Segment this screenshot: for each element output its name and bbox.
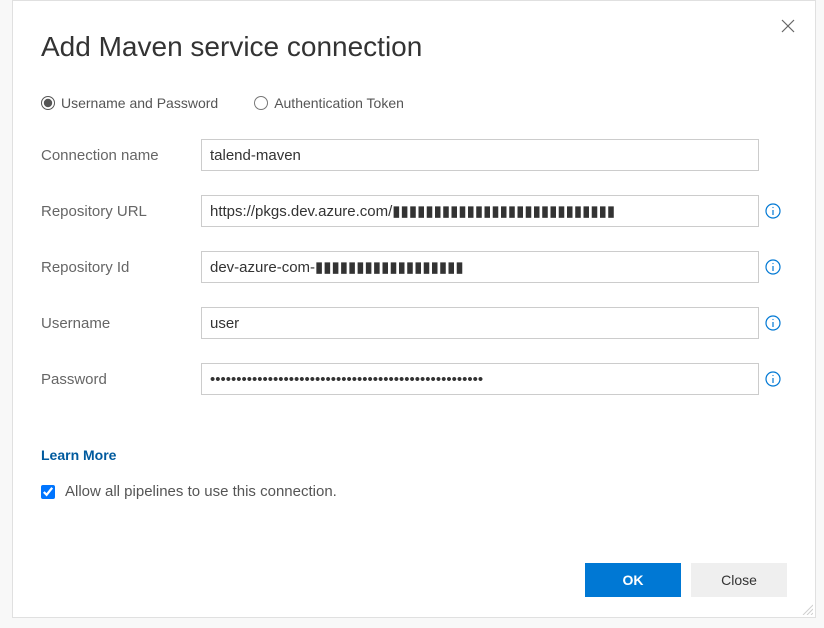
input-username[interactable] [201, 307, 759, 339]
label-repository-id: Repository Id [41, 259, 201, 276]
radio-username-password-label: Username and Password [61, 95, 218, 111]
input-repository-id[interactable] [201, 251, 759, 283]
input-connection-name[interactable] [201, 139, 759, 171]
info-icon[interactable] [759, 259, 787, 275]
add-connection-dialog: Add Maven service connection Username an… [12, 0, 816, 618]
info-icon[interactable] [759, 203, 787, 219]
dialog-button-row: OK Close [41, 563, 787, 597]
label-username: Username [41, 315, 201, 332]
label-repository-url: Repository URL [41, 203, 201, 220]
ok-button[interactable]: OK [585, 563, 681, 597]
radio-auth-token[interactable]: Authentication Token [254, 95, 404, 111]
allow-all-pipelines-input[interactable] [41, 485, 55, 499]
row-repository-id: Repository Id [41, 251, 787, 283]
label-connection-name: Connection name [41, 147, 201, 164]
info-icon[interactable] [759, 315, 787, 331]
auth-type-radio-group: Username and Password Authentication Tok… [41, 95, 787, 111]
radio-username-password[interactable]: Username and Password [41, 95, 218, 111]
label-password: Password [41, 371, 201, 388]
radio-auth-token-label: Authentication Token [274, 95, 404, 111]
info-icon[interactable] [759, 371, 787, 387]
close-icon [781, 19, 795, 33]
input-password[interactable] [201, 363, 759, 395]
dialog-header: Add Maven service connection [41, 13, 787, 95]
allow-all-pipelines-label: Allow all pipelines to use this connecti… [65, 483, 337, 500]
row-connection-name: Connection name [41, 139, 787, 171]
radio-auth-token-input[interactable] [254, 96, 268, 110]
close-icon-button[interactable] [777, 15, 799, 40]
learn-more-link[interactable]: Learn More [41, 447, 787, 463]
close-button[interactable]: Close [691, 563, 787, 597]
allow-all-pipelines-checkbox[interactable]: Allow all pipelines to use this connecti… [41, 483, 787, 500]
resize-grip-icon[interactable] [801, 603, 813, 615]
radio-username-password-input[interactable] [41, 96, 55, 110]
input-repository-url[interactable] [201, 195, 759, 227]
row-repository-url: Repository URL [41, 195, 787, 227]
dialog-title: Add Maven service connection [41, 31, 422, 63]
row-password: Password [41, 363, 787, 395]
row-username: Username [41, 307, 787, 339]
